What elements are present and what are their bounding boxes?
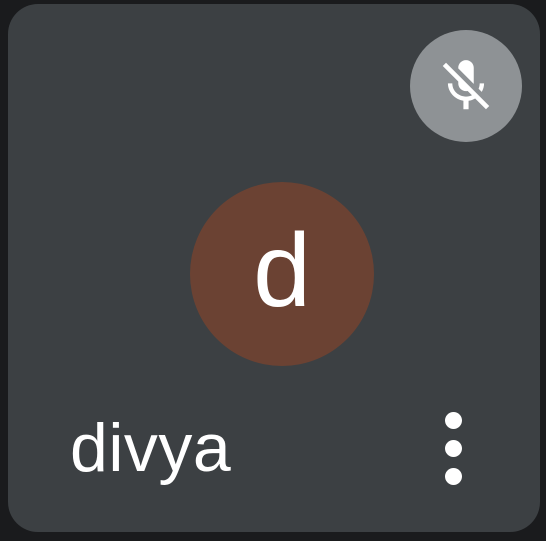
- more-vert-icon-dot: [444, 467, 462, 485]
- mic-off-icon: [435, 55, 497, 117]
- avatar-initial: d: [253, 213, 311, 329]
- participant-tile[interactable]: d divya: [8, 4, 540, 532]
- mic-muted-indicator: [410, 30, 522, 142]
- participant-name: divya: [70, 410, 232, 486]
- more-vert-icon: [444, 411, 462, 429]
- avatar: d: [190, 182, 374, 366]
- more-options-button[interactable]: [432, 400, 474, 496]
- more-vert-icon-dot: [444, 439, 462, 457]
